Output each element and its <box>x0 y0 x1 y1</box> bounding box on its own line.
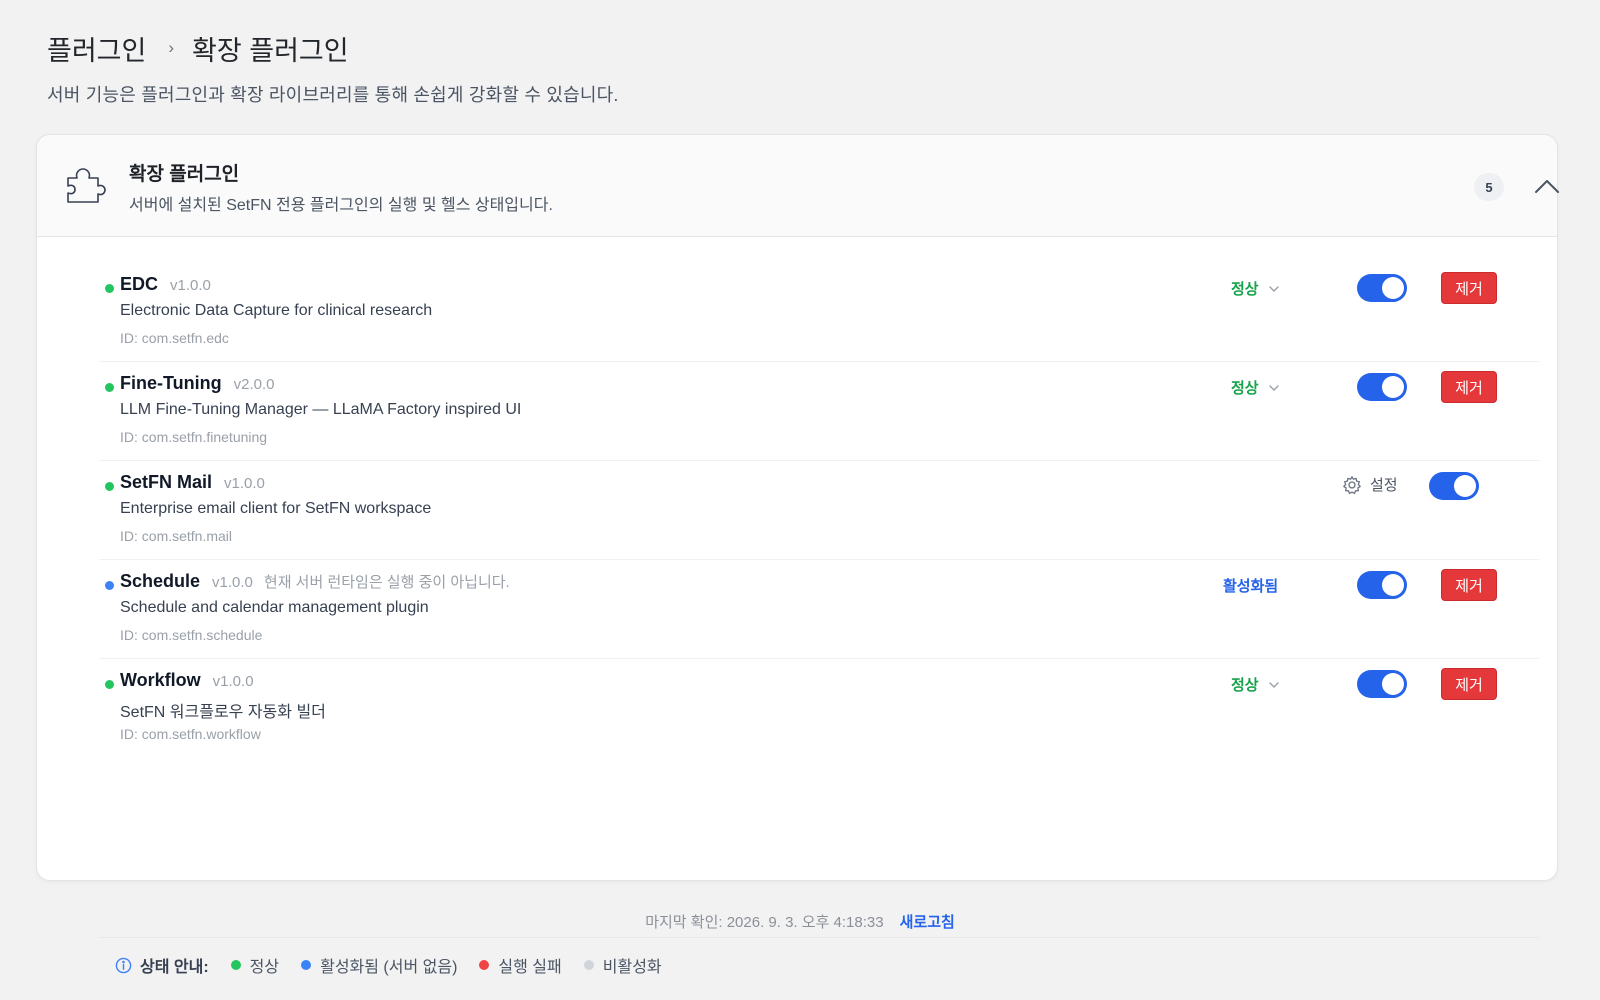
plugin-version: v1.0.0 <box>212 574 253 591</box>
remove-button[interactable]: 제거 <box>1441 371 1497 403</box>
legend-label: 상태 안내: <box>140 959 209 976</box>
breadcrumb-parent[interactable]: 플러그인 <box>47 29 146 68</box>
status-dot <box>105 284 114 293</box>
legend-dot <box>301 960 312 970</box>
enable-toggle[interactable] <box>1357 373 1407 401</box>
plugin-version: v1.0.0 <box>224 475 265 492</box>
gear-icon <box>1343 475 1361 494</box>
puzzle-icon <box>67 168 106 203</box>
legend-item-label: 비활성화 <box>602 959 662 976</box>
breadcrumb: 플러그인 › 확장 플러그인 <box>47 28 619 68</box>
legend-divider <box>99 937 1539 938</box>
settings-button[interactable]: 설정 <box>1342 474 1398 495</box>
plugin-id: ID: com.setfn.finetuning <box>120 429 268 445</box>
plugin-description: Schedule and calendar management plugin <box>120 599 429 616</box>
legend-item-label: 활성화됨 (서버 없음) <box>320 959 458 976</box>
plugin-runtime-note: 현재 서버 런타임은 실행 중이 아닙니다. <box>263 574 510 591</box>
legend-dot <box>583 960 594 970</box>
legend-item-label: 정상 <box>249 959 280 976</box>
plugin-version: v2.0.0 <box>233 376 275 393</box>
plugin-version: v1.0.0 <box>212 673 254 690</box>
settings-label: 설정 <box>1370 477 1398 494</box>
plugin-description: Electronic Data Capture for clinical res… <box>120 302 433 319</box>
footer: 마지막 확인: 2026. 9. 3. 오후 4:18:33 새로고침 <box>0 911 1600 932</box>
plugin-description: Enterprise email client for SetFN worksp… <box>120 500 432 517</box>
card-header: 확장 플러그인 서버에 설치된 SetFN 전용 플러그인의 실행 및 헬스 상… <box>37 135 1559 237</box>
plugin-id: ID: com.setfn.edc <box>120 330 229 346</box>
enable-toggle[interactable] <box>1357 571 1407 599</box>
chevron-down-icon <box>1268 681 1279 688</box>
health-status-label: 활성화됨 <box>1223 578 1279 595</box>
toggle-knob <box>1382 574 1404 596</box>
chevron-down-icon <box>1268 384 1279 391</box>
card-title: 확장 플러그인 <box>129 164 240 185</box>
plugin-description: LLM Fine-Tuning Manager — LLaMA Factory … <box>120 401 522 418</box>
legend-dot <box>479 960 490 970</box>
chevron-up-icon[interactable] <box>1530 173 1564 201</box>
plugin-row: Fine-Tuning v2.0.0 LLM Fine-Tuning Manager… <box>65 361 1531 461</box>
plugin-id: ID: com.setfn.workflow <box>120 726 261 742</box>
legend-dot <box>230 960 241 970</box>
plugin-row: EDC v1.0.0 Electronic Data Capture for cli… <box>65 262 1531 362</box>
health-status-label: 정상 <box>1231 281 1259 298</box>
status-dot <box>105 383 114 392</box>
status-dot <box>105 680 114 689</box>
plugin-id: ID: com.setfn.schedule <box>120 627 263 643</box>
health-status-label: 정상 <box>1231 380 1259 397</box>
chevron-down-icon <box>1268 285 1279 292</box>
refresh-link[interactable]: 새로고침 <box>900 911 955 932</box>
toggle-knob <box>1382 277 1404 299</box>
plugin-id: ID: com.setfn.mail <box>120 528 233 544</box>
health-status-label: 정상 <box>1231 677 1259 694</box>
legend-item: 실행 실패 <box>479 953 562 977</box>
legend-item: 비활성화 <box>583 953 662 977</box>
plugin-row: Workflow v1.0.0 SetFN 워크플로우 자동화 빌더 ID: com.… <box>65 658 1531 758</box>
plugin-name: SetFN Mail <box>120 472 213 492</box>
legend-item: 정상 <box>230 953 280 977</box>
plugin-row: SetFN Mail v1.0.0 Enterprise email client … <box>65 460 1531 560</box>
plugin-name: Workflow <box>120 670 201 690</box>
toggle-knob <box>1454 475 1476 497</box>
status-legend: 상태 안내: 정상 활성화됨 (서버 없음) 실행 실패 비활성화 <box>115 953 684 977</box>
plugin-version: v1.0.0 <box>170 277 211 294</box>
remove-button[interactable]: 제거 <box>1441 668 1497 700</box>
page-header: 플러그인 › 확장 플러그인 서버 기능은 플러그인과 확장 라이브러리를 통해… <box>47 28 619 107</box>
health-status-dropdown[interactable]: 정상 <box>1231 674 1280 695</box>
info-icon <box>115 957 132 973</box>
breadcrumb-current: 확장 플러그인 <box>192 35 349 66</box>
plugin-name: Fine-Tuning <box>120 373 222 393</box>
toggle-knob <box>1382 376 1404 398</box>
toggle-knob <box>1382 673 1404 695</box>
status-dot <box>105 581 114 590</box>
plugin-count-badge: 5 <box>1474 173 1504 201</box>
enable-toggle[interactable] <box>1429 472 1479 500</box>
extension-plugins-card: 확장 플러그인 서버에 설치된 SetFN 전용 플러그인의 실행 및 헬스 상… <box>36 134 1559 976</box>
legend-item-label: 실행 실패 <box>498 959 562 976</box>
remove-button[interactable]: 제거 <box>1441 272 1497 304</box>
remove-button[interactable]: 제거 <box>1441 569 1497 601</box>
health-status-dropdown: 활성화됨 <box>1223 575 1278 596</box>
plugin-name: Schedule <box>120 571 201 591</box>
plugin-name: EDC <box>120 274 159 294</box>
plugin-description: SetFN 워크플로우 자동화 빌더 <box>120 704 326 721</box>
breadcrumb-separator-icon: › <box>168 38 175 57</box>
last-checked-text: 마지막 확인: 2026. 9. 3. 오후 4:18:33 <box>645 914 884 931</box>
legend-item: 활성화됨 (서버 없음) <box>301 953 457 977</box>
status-dot <box>105 482 114 491</box>
health-status-dropdown[interactable]: 정상 <box>1231 377 1280 398</box>
plugin-row: Schedule v1.0.0 현재 서버 런타임은 실행 중이 아닙니다. Sche… <box>65 559 1531 659</box>
card-description: 서버에 설치된 SetFN 전용 플러그인의 실행 및 헬스 상태입니다. <box>129 197 553 214</box>
enable-toggle[interactable] <box>1357 670 1407 698</box>
page-subtitle: 서버 기능은 플러그인과 확장 라이브러리를 통해 손쉽게 강화할 수 있습니다… <box>47 85 619 105</box>
health-status-dropdown[interactable]: 정상 <box>1231 278 1280 299</box>
enable-toggle[interactable] <box>1357 274 1407 302</box>
